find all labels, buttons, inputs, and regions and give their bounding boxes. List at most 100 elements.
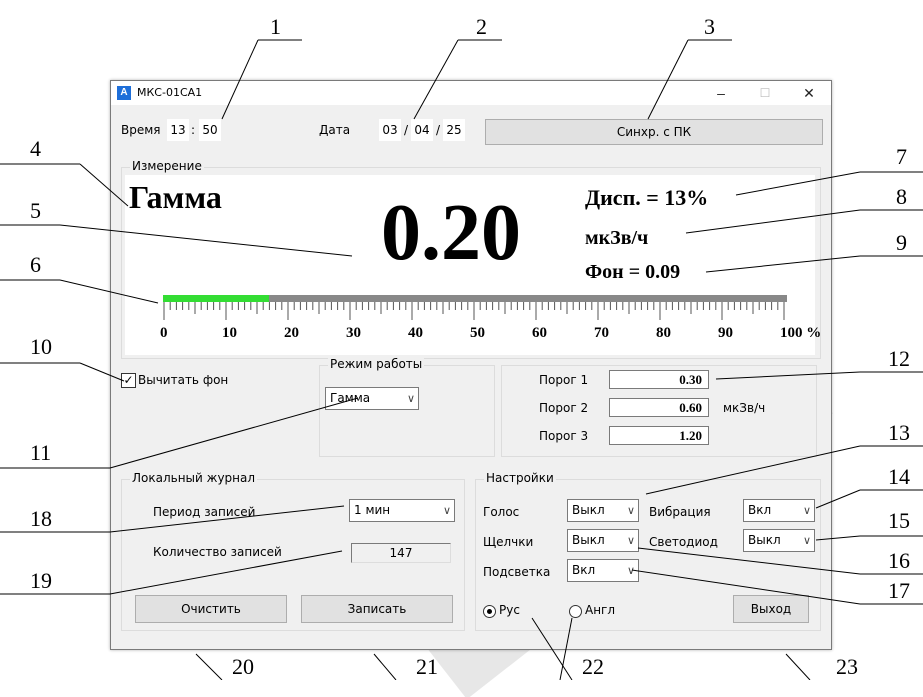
threshold-1-label: Порог 1 — [539, 373, 589, 387]
radio-dot-icon — [487, 609, 492, 614]
app-window: А МКС-01СА1 – ☐ ✕ Время 13 : 50 Дата 03 … — [110, 80, 832, 650]
measurement-display: Гамма 0.20 Дисп. = 13% мкЗв/ч Фон = 0.09… — [125, 175, 821, 355]
callout-11: 11 — [30, 440, 52, 465]
write-button[interactable]: Записать — [301, 595, 453, 623]
lang-en-label: Англ — [585, 603, 616, 617]
exit-button[interactable]: Выход — [733, 595, 809, 623]
scale-label: 40 — [408, 325, 423, 341]
voice-selected: Выкл — [572, 503, 605, 517]
dose-bar-scale: 0 10 20 30 40 50 60 70 80 90 100 % — [125, 325, 821, 345]
callout-16: 16 — [888, 548, 910, 573]
dose-bar-fill — [163, 295, 270, 302]
threshold-3-input[interactable]: 1.20 — [609, 426, 709, 445]
work-mode-selected: Гамма — [330, 391, 371, 405]
scale-label: 80 — [656, 325, 671, 341]
threshold-3-label: Порог 3 — [539, 429, 589, 443]
callout-21: 21 — [416, 654, 438, 679]
callout-17: 17 — [888, 578, 910, 603]
measurement-group-title: Измерение — [130, 159, 204, 173]
scale-label: 50 — [470, 325, 485, 341]
close-button[interactable]: ✕ — [787, 81, 831, 105]
dose-bar-track — [163, 295, 787, 302]
chevron-down-icon: ∨ — [626, 534, 635, 547]
threshold-1-input[interactable]: 0.30 — [609, 370, 709, 389]
callout-12: 12 — [888, 346, 910, 371]
scale-label: 30 — [346, 325, 361, 341]
clicks-label: Щелчки — [483, 535, 534, 549]
record-count-field: 147 — [351, 543, 451, 563]
backlight-select[interactable]: Вкл ∨ — [567, 559, 639, 582]
date-label: Дата — [319, 123, 351, 137]
scale-label: 90 — [718, 325, 733, 341]
subtract-bg-checkbox[interactable]: ✓ — [121, 373, 136, 388]
chevron-down-icon: ∨ — [802, 534, 811, 547]
chevron-down-icon: ∨ — [406, 392, 415, 405]
scale-label: 0 — [160, 325, 168, 341]
lang-ru-label: Рус — [499, 603, 520, 617]
dose-rate-unit: мкЗв/ч — [585, 227, 649, 249]
period-select[interactable]: 1 мин ∨ — [349, 499, 455, 522]
lang-ru-radio[interactable] — [483, 605, 496, 618]
backlight-label: Подсветка — [483, 565, 551, 579]
sync-pc-button[interactable]: Синхр. с ПК — [485, 119, 823, 145]
threshold-2-input[interactable]: 0.60 — [609, 398, 709, 417]
callout-20: 20 — [232, 654, 254, 679]
clear-button[interactable]: Очистить — [135, 595, 287, 623]
vibration-select[interactable]: Вкл ∨ — [743, 499, 815, 522]
work-mode-group: Режим работы — [319, 357, 495, 457]
date-separator-2: / — [436, 123, 441, 137]
led-label: Светодиод — [649, 535, 718, 549]
title-bar: А МКС-01СА1 – ☐ ✕ — [111, 81, 831, 105]
chevron-down-icon: ∨ — [442, 504, 451, 517]
callout-10: 10 — [30, 334, 52, 359]
scale-label: 10 — [222, 325, 237, 341]
callout-1: 1 — [270, 14, 281, 39]
led-select[interactable]: Выкл ∨ — [743, 529, 815, 552]
callout-18: 18 — [30, 506, 52, 531]
maximize-button[interactable]: ☐ — [743, 81, 787, 105]
clicks-select[interactable]: Выкл ∨ — [567, 529, 639, 552]
work-mode-group-title: Режим работы — [328, 357, 425, 371]
window-title: МКС-01СА1 — [137, 86, 203, 99]
time-label: Время — [121, 123, 161, 137]
lang-en-radio[interactable] — [569, 605, 582, 618]
dispersion-value: Дисп. = 13% — [585, 185, 709, 210]
voice-label: Голос — [483, 505, 520, 519]
scale-label: 20 — [284, 325, 299, 341]
vibration-selected: Вкл — [748, 503, 772, 517]
date-month-field[interactable]: 04 — [411, 119, 433, 141]
backlight-selected: Вкл — [572, 563, 596, 577]
background-value: Фон = 0.09 — [585, 261, 681, 283]
voice-select[interactable]: Выкл ∨ — [567, 499, 639, 522]
callout-13: 13 — [888, 420, 910, 445]
minimize-button[interactable]: – — [699, 81, 743, 105]
threshold-2-label: Порог 2 — [539, 401, 589, 415]
subtract-bg-label: Вычитать фон — [138, 373, 229, 387]
callout-22: 22 — [582, 654, 604, 679]
callout-7: 7 — [896, 144, 907, 169]
time-hours-field[interactable]: 13 — [167, 119, 189, 141]
threshold-unit: мкЗв/ч — [723, 401, 766, 415]
period-selected: 1 мин — [354, 503, 391, 517]
work-mode-select[interactable]: Гамма ∨ — [325, 387, 419, 410]
callout-15: 15 — [888, 508, 910, 533]
date-day-field[interactable]: 03 — [379, 119, 401, 141]
callout-19: 19 — [30, 568, 52, 593]
chevron-down-icon: ∨ — [626, 564, 635, 577]
scale-label: 70 — [594, 325, 609, 341]
journal-group-title: Локальный журнал — [130, 471, 258, 485]
date-year-field[interactable]: 25 — [443, 119, 465, 141]
dose-rate-value: 0.20 — [381, 189, 521, 277]
callout-23: 23 — [836, 654, 858, 679]
dose-bar-scale-ticks — [163, 302, 785, 320]
chevron-down-icon: ∨ — [802, 504, 811, 517]
app-icon: А — [117, 86, 131, 100]
period-label: Период записей — [153, 505, 256, 519]
callout-14: 14 — [888, 464, 910, 489]
callout-9: 9 — [896, 230, 907, 255]
scale-label: 100 % — [780, 325, 822, 341]
time-minutes-field[interactable]: 50 — [199, 119, 221, 141]
callout-6: 6 — [30, 252, 41, 277]
callout-5: 5 — [30, 198, 41, 223]
callout-3: 3 — [704, 14, 715, 39]
